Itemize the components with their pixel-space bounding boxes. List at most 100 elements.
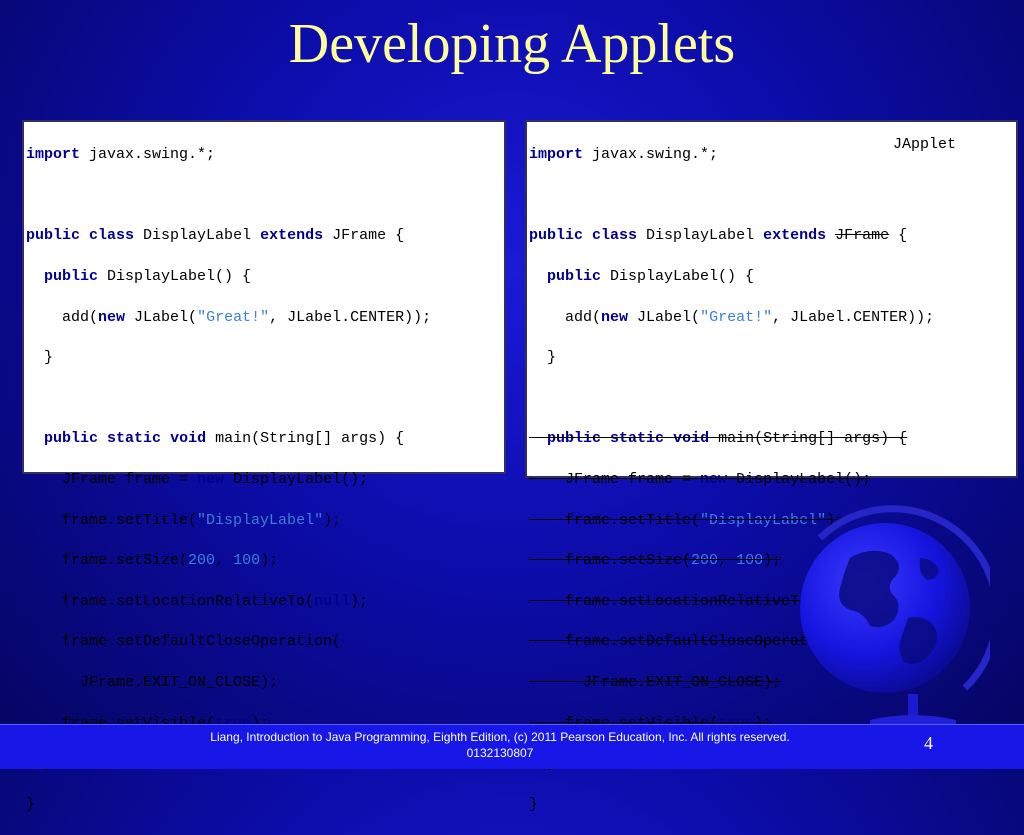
code-line: JFrame frame = new DisplayLabel();: [26, 470, 504, 490]
code-text: JFrame frame =: [565, 471, 701, 489]
code-text: ,: [215, 552, 234, 570]
keyword: class: [89, 227, 135, 245]
code-text: JFrame frame =: [62, 471, 198, 489]
code-text: frame.setTitle(: [565, 511, 701, 529]
keyword: public: [26, 227, 81, 245]
code-text: DisplayLabel();: [224, 471, 369, 489]
code-text: }: [529, 795, 539, 813]
page-number: 4: [924, 733, 933, 753]
keyword: new: [700, 471, 728, 489]
code-text: );: [763, 552, 782, 570]
code-line: frame.setLocationRelativeTo(null);: [26, 592, 504, 612]
code-text: {: [889, 227, 908, 245]
code-text: JFrame.EXIT_ON_CLOSE);: [583, 674, 782, 692]
keyword: public: [529, 227, 584, 245]
code-line: public DisplayLabel() {: [26, 267, 504, 287]
code-text: }: [26, 795, 36, 813]
code-text: DisplayLabel: [134, 227, 261, 245]
code-text: DisplayLabel() {: [601, 268, 755, 286]
keyword: public: [547, 430, 602, 448]
struck-code-line: public static void main(String[] args) {: [529, 429, 1016, 449]
keyword: public: [44, 268, 99, 286]
slide-footer: Liang, Introduction to Java Programming,…: [0, 724, 1024, 769]
keyword: void: [170, 430, 207, 448]
code-line: add(new JLabel("Great!", JLabel.CENTER))…: [26, 308, 504, 328]
code-line: frame.setSize(200, 100);: [26, 551, 504, 571]
code-text: javax.swing.*;: [583, 146, 719, 164]
code-text: JLabel(: [628, 308, 701, 326]
code-line: JFrame.EXIT_ON_CLOSE);: [26, 673, 504, 693]
code-text: frame.setSize(: [62, 552, 189, 570]
struck-code-line: JFrame frame = new DisplayLabel();: [529, 470, 1016, 490]
string-literal: "DisplayLabel": [197, 511, 324, 529]
code-text: JFrame: [332, 227, 387, 245]
code-text: frame.setSize(: [565, 552, 692, 570]
keyword: void: [673, 430, 710, 448]
code-text: frame.setTitle(: [62, 511, 198, 529]
keyword: static: [610, 430, 665, 448]
number-literal: 200: [691, 552, 719, 570]
keyword: class: [592, 227, 638, 245]
code-line: }: [529, 795, 1016, 815]
code-line: public class DisplayLabel extends JFrame…: [26, 226, 504, 246]
string-literal: "Great!": [700, 308, 773, 326]
code-text: add(: [565, 308, 602, 326]
keyword: public: [547, 268, 602, 286]
code-line: frame.setTitle("DisplayLabel");: [26, 511, 504, 531]
code-text: add(: [62, 308, 99, 326]
code-text: );: [260, 552, 279, 570]
code-text: frame.setLocationRelativeTo(: [62, 592, 315, 610]
code-text: frame.setDefaultCloseOperation(: [62, 633, 342, 651]
keyword: static: [107, 430, 162, 448]
keyword: extends: [260, 227, 324, 245]
code-text: );: [350, 592, 369, 610]
code-text: main(String[] args) {: [206, 430, 405, 448]
keyword: extends: [763, 227, 827, 245]
code-text: ,: [718, 552, 737, 570]
string-literal: "Great!": [197, 308, 270, 326]
code-line: add(new JLabel("Great!", JLabel.CENTER))…: [529, 308, 1016, 328]
code-text: main(String[] args) {: [709, 430, 908, 448]
code-line: public class DisplayLabel extends JFrame…: [529, 226, 1016, 246]
keyword: import: [529, 146, 584, 164]
code-text: );: [323, 511, 342, 529]
code-line: public static void main(String[] args) {: [26, 429, 504, 449]
code-text: }: [44, 349, 54, 367]
code-line: frame.setDefaultCloseOperation(: [26, 632, 504, 652]
code-text: , JLabel.CENTER));: [772, 308, 935, 326]
number-literal: 100: [233, 552, 261, 570]
number-literal: 200: [188, 552, 216, 570]
struck-superclass: JFrame: [835, 227, 890, 245]
code-text: DisplayLabel();: [727, 471, 872, 489]
code-text: JLabel(: [125, 308, 198, 326]
code-text: javax.swing.*;: [80, 146, 216, 164]
code-text: JFrame.EXIT_ON_CLOSE);: [80, 674, 279, 692]
japplet-annotation: JApplet: [893, 136, 957, 153]
slide-title: Developing Applets: [288, 13, 736, 75]
number-literal: 100: [736, 552, 764, 570]
code-line: }: [26, 348, 504, 368]
code-line: public DisplayLabel() {: [529, 267, 1016, 287]
code-text: frame.setLocationRelativeTo(: [565, 592, 818, 610]
keyword: new: [98, 308, 126, 326]
keyword: null: [314, 592, 351, 610]
code-box-left: import javax.swing.*; public class Displ…: [22, 120, 506, 813]
code-text: DisplayLabel: [637, 227, 764, 245]
footer-text: Liang, Introduction to Java Programming,…: [210, 730, 790, 760]
code-line: }: [26, 795, 504, 815]
keyword: import: [26, 146, 81, 164]
code-text: , JLabel.CENTER));: [269, 308, 432, 326]
code-line: import javax.swing.*;: [26, 145, 504, 165]
keyword: public: [44, 430, 99, 448]
code-line: }: [529, 348, 1016, 368]
code-text: {: [386, 227, 405, 245]
keyword: new: [601, 308, 629, 326]
keyword: new: [197, 471, 225, 489]
globe-icon: [800, 505, 990, 728]
code-box-right: import javax.swing.*; public class Displ…: [525, 120, 1018, 813]
code-text: }: [547, 349, 557, 367]
